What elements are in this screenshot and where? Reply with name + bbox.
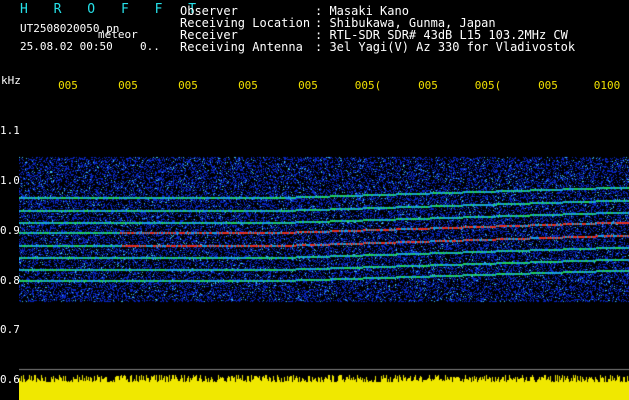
event-count: 0.. [140, 40, 160, 53]
hroft-header-title: H R O F F T [20, 2, 206, 17]
y-axis-unit: kHz [1, 74, 21, 87]
time-tick: 0100 [593, 79, 621, 92]
time-tick: 005 [538, 79, 558, 92]
time-tick: 005 [418, 79, 438, 92]
freq-tick: 0.7 [0, 323, 20, 336]
time-tick: 005 [178, 79, 198, 92]
freq-tick: 0.9 [0, 224, 20, 237]
time-tick: 005( [354, 79, 382, 92]
freq-tick: 1.1 [0, 124, 20, 137]
time-tick: 005 [118, 79, 138, 92]
time-tick: 005( [474, 79, 502, 92]
date-time: 25.08.02 00:50 [20, 40, 113, 53]
info-key-antenna: Receiving Antenna [180, 40, 303, 54]
time-tick: 005 [58, 79, 78, 92]
freq-tick: 0.6 [0, 373, 20, 386]
freq-tick: 1.0 [0, 174, 20, 187]
spectrogram-plot [19, 97, 629, 400]
info-value-antenna: : 3el Yagi(V) Az 330 for Vladivostok [315, 40, 576, 54]
freq-tick: 0.8 [0, 274, 20, 287]
time-tick: 005 [238, 79, 258, 92]
time-tick: 005 [298, 79, 318, 92]
